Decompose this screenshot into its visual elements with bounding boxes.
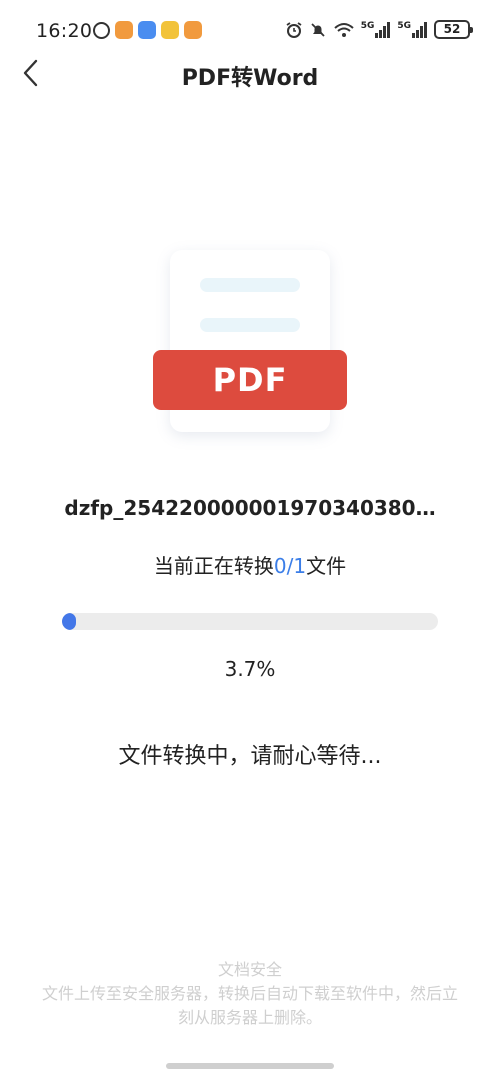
count-total: 1 bbox=[293, 554, 307, 578]
pdf-to-word-screen: 16:20 5G 5G 52 PDF转Word PDF dzfp_2542200… bbox=[0, 0, 500, 1082]
count-prefix: 当前正在转换 bbox=[153, 554, 274, 578]
notification-icons bbox=[93, 21, 202, 39]
document-line bbox=[200, 278, 300, 292]
signal-5g-icon: 5G bbox=[397, 20, 428, 38]
pdf-badge: PDF bbox=[153, 350, 347, 410]
battery-icon: 52 bbox=[434, 20, 473, 39]
alarm-icon bbox=[286, 21, 302, 38]
security-title: 文档安全 bbox=[217, 960, 282, 979]
mute-bell-icon bbox=[311, 22, 325, 37]
orange-heart-app-icon bbox=[115, 21, 133, 39]
count-done: 0 bbox=[273, 554, 287, 578]
count-suffix: 文件 bbox=[306, 554, 347, 578]
status-time: 16:20 bbox=[36, 20, 93, 42]
blue-chat-app-icon bbox=[138, 21, 156, 39]
orange-heart-app-icon bbox=[184, 21, 202, 39]
conversion-count: 当前正在转换0/1文件 bbox=[0, 550, 500, 579]
file-name: dzfp_254220000001970340380… bbox=[64, 496, 436, 520]
weather-app-icon bbox=[161, 21, 179, 39]
conversion-status-message: 文件转换中，请耐心等待... bbox=[118, 744, 382, 769]
wifi-icon bbox=[334, 22, 354, 37]
home-indicator[interactable] bbox=[166, 1063, 334, 1069]
page-title: PDF转Word bbox=[181, 66, 319, 91]
signal-5g-icon: 5G bbox=[360, 20, 392, 38]
progress-percent: 3.7% bbox=[224, 657, 276, 681]
circle-badge-icon bbox=[93, 21, 110, 39]
signal-label: 5G bbox=[360, 20, 375, 31]
document-line bbox=[200, 318, 300, 332]
pdf-document-illustration: PDF bbox=[150, 240, 350, 440]
app-bar: PDF转Word bbox=[0, 48, 500, 98]
progress-fill bbox=[62, 613, 76, 630]
signal-label: 5G bbox=[397, 20, 411, 31]
progress-bar bbox=[62, 613, 438, 630]
security-description: 文件上传至安全服务器，转换后自动下载至软件中，然后立刻从服务器上删除。 bbox=[41, 984, 458, 1027]
system-status-icons: 5G 5G 52 bbox=[285, 20, 473, 39]
